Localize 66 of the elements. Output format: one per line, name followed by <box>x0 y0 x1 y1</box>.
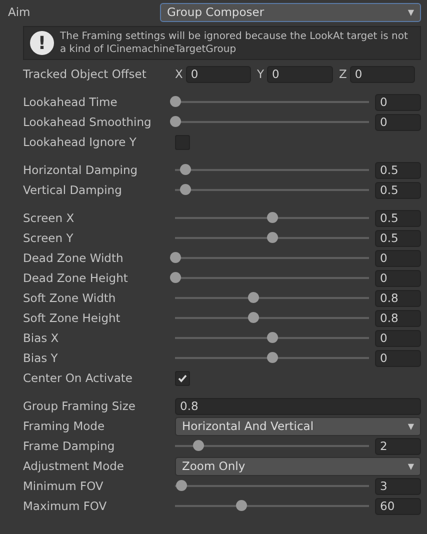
slider-thumb[interactable] <box>236 500 247 511</box>
dropdown[interactable]: Zoom Only ▼ <box>175 456 421 476</box>
warning-text: The Framing settings will be ignored because the LookAt target is not a kind of ICinemachineTargetGroup <box>60 30 409 56</box>
value-field[interactable]: 0.8 <box>375 310 421 326</box>
slider-thumb[interactable] <box>193 440 204 451</box>
field-label: Bias X <box>23 331 60 345</box>
field-label: Tracked Object Offset <box>23 67 148 81</box>
dropdown[interactable]: Horizontal And Vertical ▼ <box>175 416 421 436</box>
value-field[interactable]: 0.8 <box>375 290 421 306</box>
slider-thumb[interactable] <box>176 480 187 491</box>
slider-thumb[interactable] <box>180 164 191 175</box>
value-field[interactable]: 0 <box>267 66 333 82</box>
slider-thumb[interactable] <box>267 352 278 363</box>
value-field[interactable]: 0 <box>375 270 421 286</box>
value-field[interactable]: 0 <box>375 94 421 110</box>
value-field[interactable]: 0.5 <box>375 182 421 198</box>
field-label: Aim <box>8 5 32 19</box>
checkbox[interactable] <box>175 370 190 386</box>
field-label: Soft Zone Width <box>23 291 117 305</box>
field-label: Screen X <box>23 211 76 225</box>
slider-thumb[interactable] <box>180 184 191 195</box>
value-field[interactable]: 0 <box>375 250 421 266</box>
value-field[interactable]: 0 <box>375 114 421 130</box>
field-label: Lookahead Smoothing <box>23 115 152 129</box>
value-field[interactable]: 0 <box>375 350 421 366</box>
field-label: Group Framing Size <box>23 399 136 413</box>
field-label: Vertical Damping <box>23 183 123 197</box>
field-label: Dead Zone Height <box>23 271 129 285</box>
value-field[interactable]: 0.5 <box>375 162 421 178</box>
slider-thumb[interactable] <box>248 312 259 323</box>
value-field[interactable]: 3 <box>375 478 421 494</box>
warning-icon: ! <box>30 31 54 55</box>
slider-thumb[interactable] <box>267 332 278 343</box>
field-label: Soft Zone Height <box>23 311 122 325</box>
field-label: Center On Activate <box>23 371 134 385</box>
dropdown[interactable]: Group Composer ▼ <box>160 2 421 22</box>
value-field[interactable]: 0 <box>375 330 421 346</box>
field-label: Lookahead Ignore Y <box>23 135 138 149</box>
axis-label: Z <box>339 67 347 81</box>
value-field[interactable]: 2 <box>375 438 421 454</box>
value-field[interactable]: 0 <box>186 66 251 82</box>
field-label: Bias Y <box>23 351 59 365</box>
axis-label: Y <box>257 67 264 81</box>
field-label: Adjustment Mode <box>23 459 126 473</box>
field-label: Dead Zone Width <box>23 251 124 265</box>
slider-thumb[interactable] <box>170 116 181 127</box>
field-label: Horizontal Damping <box>23 163 139 177</box>
value-field[interactable]: 0.5 <box>375 210 421 226</box>
field-label: Maximum FOV <box>23 499 108 513</box>
value-field[interactable]: 60 <box>375 498 421 514</box>
slider-thumb[interactable] <box>248 292 259 303</box>
value-field[interactable]: 0 <box>350 66 415 82</box>
field-label: Lookahead Time <box>23 95 118 109</box>
slider-thumb[interactable] <box>267 232 278 243</box>
value-field[interactable]: 0.8 <box>175 398 421 414</box>
value-field[interactable]: 0.5 <box>375 230 421 246</box>
slider-thumb[interactable] <box>170 272 181 283</box>
field-label: Frame Damping <box>23 439 116 453</box>
axis-label: X <box>175 67 183 81</box>
slider-thumb[interactable] <box>170 252 181 263</box>
slider-thumb[interactable] <box>170 96 181 107</box>
checkmark-icon <box>177 372 188 384</box>
field-label: Screen Y <box>23 231 74 245</box>
field-label: Minimum FOV <box>23 479 104 493</box>
slider-thumb[interactable] <box>267 212 278 223</box>
field-label: Framing Mode <box>23 419 106 433</box>
